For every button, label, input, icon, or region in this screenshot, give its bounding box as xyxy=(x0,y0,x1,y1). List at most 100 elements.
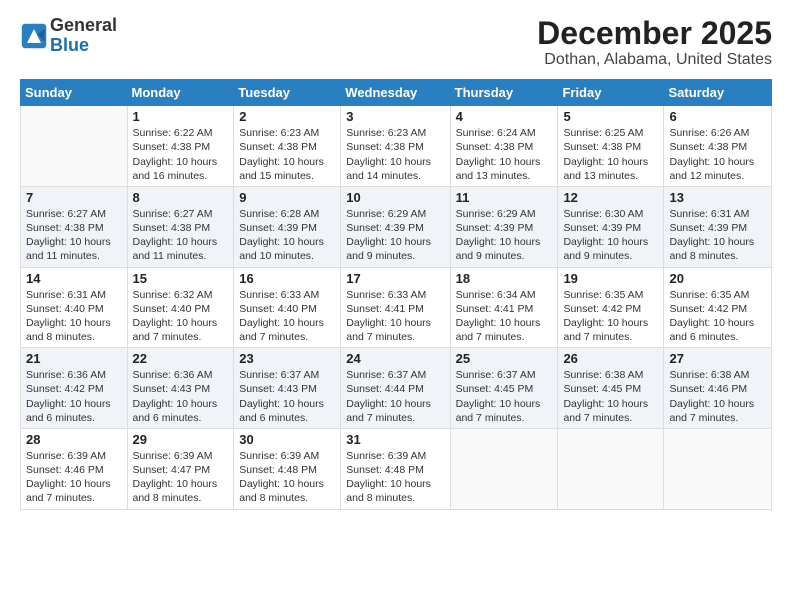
day-number: 29 xyxy=(133,432,229,447)
calendar-cell-w4-d5: 25Sunrise: 6:37 AMSunset: 4:45 PMDayligh… xyxy=(450,348,558,429)
calendar-cell-w2-d6: 12 Sunrise: 6:30 AMSunset: 4:39 PMDayligh… xyxy=(558,186,664,267)
day-info: Sunrise: 6:39 AMSunset: 4:48 PMDaylight:… xyxy=(239,449,335,506)
logo-text: General Blue xyxy=(50,16,117,56)
logo-line2: Blue xyxy=(50,36,117,56)
calendar-cell-w1-d2: 1Sunrise: 6:22 AMSunset: 4:38 PMDaylight… xyxy=(127,106,234,187)
day-info: Sunrise: 6:27 AMSunset: 4:38 PMDaylight:… xyxy=(26,207,122,264)
day-number: 12 xyxy=(563,190,658,205)
calendar-cell-w3-d7: 20 Sunrise: 6:35 AMSunset: 4:42 PMDayligh… xyxy=(664,267,772,348)
col-wednesday: Wednesday xyxy=(341,80,450,106)
day-number: 2 xyxy=(239,109,335,124)
calendar-cell-w4-d4: 24Sunrise: 6:37 AMSunset: 4:44 PMDayligh… xyxy=(341,348,450,429)
day-number: 8 xyxy=(133,190,229,205)
col-friday: Friday xyxy=(558,80,664,106)
day-number: 14 xyxy=(26,271,122,286)
calendar-cell-w4-d7: 27 Sunrise: 6:38 AMSunset: 4:46 PMDayligh… xyxy=(664,348,772,429)
calendar-cell-w3-d3: 16Sunrise: 6:33 AMSunset: 4:40 PMDayligh… xyxy=(234,267,341,348)
day-info: Sunrise: 6:27 AMSunset: 4:38 PMDaylight:… xyxy=(133,207,229,264)
day-number: 5 xyxy=(563,109,658,124)
calendar-cell-w4-d1: 21 Sunrise: 6:36 AMSunset: 4:42 PMDayligh… xyxy=(21,348,128,429)
calendar-cell-w1-d7: 6Sunrise: 6:26 AMSunset: 4:38 PMDaylight… xyxy=(664,106,772,187)
day-number: 16 xyxy=(239,271,335,286)
day-number: 15 xyxy=(133,271,229,286)
calendar-cell-w2-d1: 7 Sunrise: 6:27 AMSunset: 4:38 PMDaylight… xyxy=(21,186,128,267)
day-number: 18 xyxy=(456,271,553,286)
day-info: Sunrise: 6:34 AMSunset: 4:41 PMDaylight:… xyxy=(456,288,553,345)
calendar-cell-w2-d2: 8 Sunrise: 6:27 AMSunset: 4:38 PMDaylight… xyxy=(127,186,234,267)
col-saturday: Saturday xyxy=(664,80,772,106)
calendar-subtitle: Dothan, Alabama, United States xyxy=(537,51,772,69)
calendar-cell-w5-d1: 28 Sunrise: 6:39 AMSunset: 4:46 PMDayligh… xyxy=(21,428,128,509)
calendar-cell-w4-d2: 22 Sunrise: 6:36 AMSunset: 4:43 PMDayligh… xyxy=(127,348,234,429)
logo: General Blue xyxy=(20,16,117,56)
day-number: 22 xyxy=(133,351,229,366)
day-number: 19 xyxy=(563,271,658,286)
logo-icon xyxy=(20,22,48,50)
day-number: 4 xyxy=(456,109,553,124)
day-number: 17 xyxy=(346,271,444,286)
calendar-cell-w5-d2: 29Sunrise: 6:39 AMSunset: 4:47 PMDayligh… xyxy=(127,428,234,509)
col-sunday: Sunday xyxy=(21,80,128,106)
calendar-cell-w3-d4: 17 Sunrise: 6:33 AMSunset: 4:41 PMDayligh… xyxy=(341,267,450,348)
calendar-cell-w5-d6 xyxy=(558,428,664,509)
day-number: 20 xyxy=(669,271,766,286)
calendar-header-row: Sunday Monday Tuesday Wednesday Thursday… xyxy=(21,80,772,106)
day-info: Sunrise: 6:35 AMSunset: 4:42 PMDaylight:… xyxy=(563,288,658,345)
day-number: 1 xyxy=(133,109,229,124)
day-info: Sunrise: 6:29 AMSunset: 4:39 PMDaylight:… xyxy=(456,207,553,264)
calendar-cell-w3-d2: 15 Sunrise: 6:32 AMSunset: 4:40 PMDayligh… xyxy=(127,267,234,348)
day-number: 21 xyxy=(26,351,122,366)
calendar-week-3: 14 Sunrise: 6:31 AMSunset: 4:40 PMDayligh… xyxy=(21,267,772,348)
calendar-cell-w2-d5: 11 Sunrise: 6:29 AMSunset: 4:39 PMDayligh… xyxy=(450,186,558,267)
day-info: Sunrise: 6:31 AMSunset: 4:40 PMDaylight:… xyxy=(26,288,122,345)
calendar-table: Sunday Monday Tuesday Wednesday Thursday… xyxy=(20,79,772,509)
day-number: 7 xyxy=(26,190,122,205)
calendar-cell-w4-d6: 26 Sunrise: 6:38 AMSunset: 4:45 PMDayligh… xyxy=(558,348,664,429)
calendar-cell-w5-d5 xyxy=(450,428,558,509)
day-number: 9 xyxy=(239,190,335,205)
day-info: Sunrise: 6:32 AMSunset: 4:40 PMDaylight:… xyxy=(133,288,229,345)
day-info: Sunrise: 6:36 AMSunset: 4:42 PMDaylight:… xyxy=(26,368,122,425)
day-info: Sunrise: 6:31 AMSunset: 4:39 PMDaylight:… xyxy=(669,207,766,264)
day-info: Sunrise: 6:35 AMSunset: 4:42 PMDaylight:… xyxy=(669,288,766,345)
day-info: Sunrise: 6:36 AMSunset: 4:43 PMDaylight:… xyxy=(133,368,229,425)
calendar-cell-w2-d4: 10 Sunrise: 6:29 AMSunset: 4:39 PMDayligh… xyxy=(341,186,450,267)
day-number: 28 xyxy=(26,432,122,447)
col-tuesday: Tuesday xyxy=(234,80,341,106)
calendar-week-1: 1Sunrise: 6:22 AMSunset: 4:38 PMDaylight… xyxy=(21,106,772,187)
day-info: Sunrise: 6:30 AMSunset: 4:39 PMDaylight:… xyxy=(563,207,658,264)
day-number: 13 xyxy=(669,190,766,205)
day-info: Sunrise: 6:38 AMSunset: 4:45 PMDaylight:… xyxy=(563,368,658,425)
day-number: 6 xyxy=(669,109,766,124)
day-info: Sunrise: 6:37 AMSunset: 4:44 PMDaylight:… xyxy=(346,368,444,425)
calendar-week-5: 28 Sunrise: 6:39 AMSunset: 4:46 PMDayligh… xyxy=(21,428,772,509)
logo-line1: General xyxy=(50,16,117,36)
calendar-cell-w3-d5: 18 Sunrise: 6:34 AMSunset: 4:41 PMDayligh… xyxy=(450,267,558,348)
day-number: 30 xyxy=(239,432,335,447)
day-info: Sunrise: 6:38 AMSunset: 4:46 PMDaylight:… xyxy=(669,368,766,425)
calendar-cell-w4-d3: 23Sunrise: 6:37 AMSunset: 4:43 PMDayligh… xyxy=(234,348,341,429)
day-number: 11 xyxy=(456,190,553,205)
page: General Blue December 2025 Dothan, Alaba… xyxy=(0,0,792,612)
calendar-cell-w2-d7: 13 Sunrise: 6:31 AMSunset: 4:39 PMDayligh… xyxy=(664,186,772,267)
day-number: 26 xyxy=(563,351,658,366)
day-number: 23 xyxy=(239,351,335,366)
calendar-cell-w1-d4: 3Sunrise: 6:23 AMSunset: 4:38 PMDaylight… xyxy=(341,106,450,187)
calendar-cell-w5-d4: 31Sunrise: 6:39 AMSunset: 4:48 PMDayligh… xyxy=(341,428,450,509)
calendar-cell-w3-d1: 14 Sunrise: 6:31 AMSunset: 4:40 PMDayligh… xyxy=(21,267,128,348)
day-info: Sunrise: 6:39 AMSunset: 4:46 PMDaylight:… xyxy=(26,449,122,506)
calendar-cell-w2-d3: 9Sunrise: 6:28 AMSunset: 4:39 PMDaylight… xyxy=(234,186,341,267)
title-block: December 2025 Dothan, Alabama, United St… xyxy=(537,16,772,69)
day-number: 10 xyxy=(346,190,444,205)
col-thursday: Thursday xyxy=(450,80,558,106)
calendar-cell-w1-d1 xyxy=(21,106,128,187)
day-info: Sunrise: 6:39 AMSunset: 4:48 PMDaylight:… xyxy=(346,449,444,506)
day-number: 3 xyxy=(346,109,444,124)
calendar-cell-w5-d7 xyxy=(664,428,772,509)
calendar-cell-w1-d6: 5Sunrise: 6:25 AMSunset: 4:38 PMDaylight… xyxy=(558,106,664,187)
day-info: Sunrise: 6:33 AMSunset: 4:41 PMDaylight:… xyxy=(346,288,444,345)
day-number: 27 xyxy=(669,351,766,366)
day-info: Sunrise: 6:29 AMSunset: 4:39 PMDaylight:… xyxy=(346,207,444,264)
day-info: Sunrise: 6:37 AMSunset: 4:45 PMDaylight:… xyxy=(456,368,553,425)
header: General Blue December 2025 Dothan, Alaba… xyxy=(20,16,772,69)
